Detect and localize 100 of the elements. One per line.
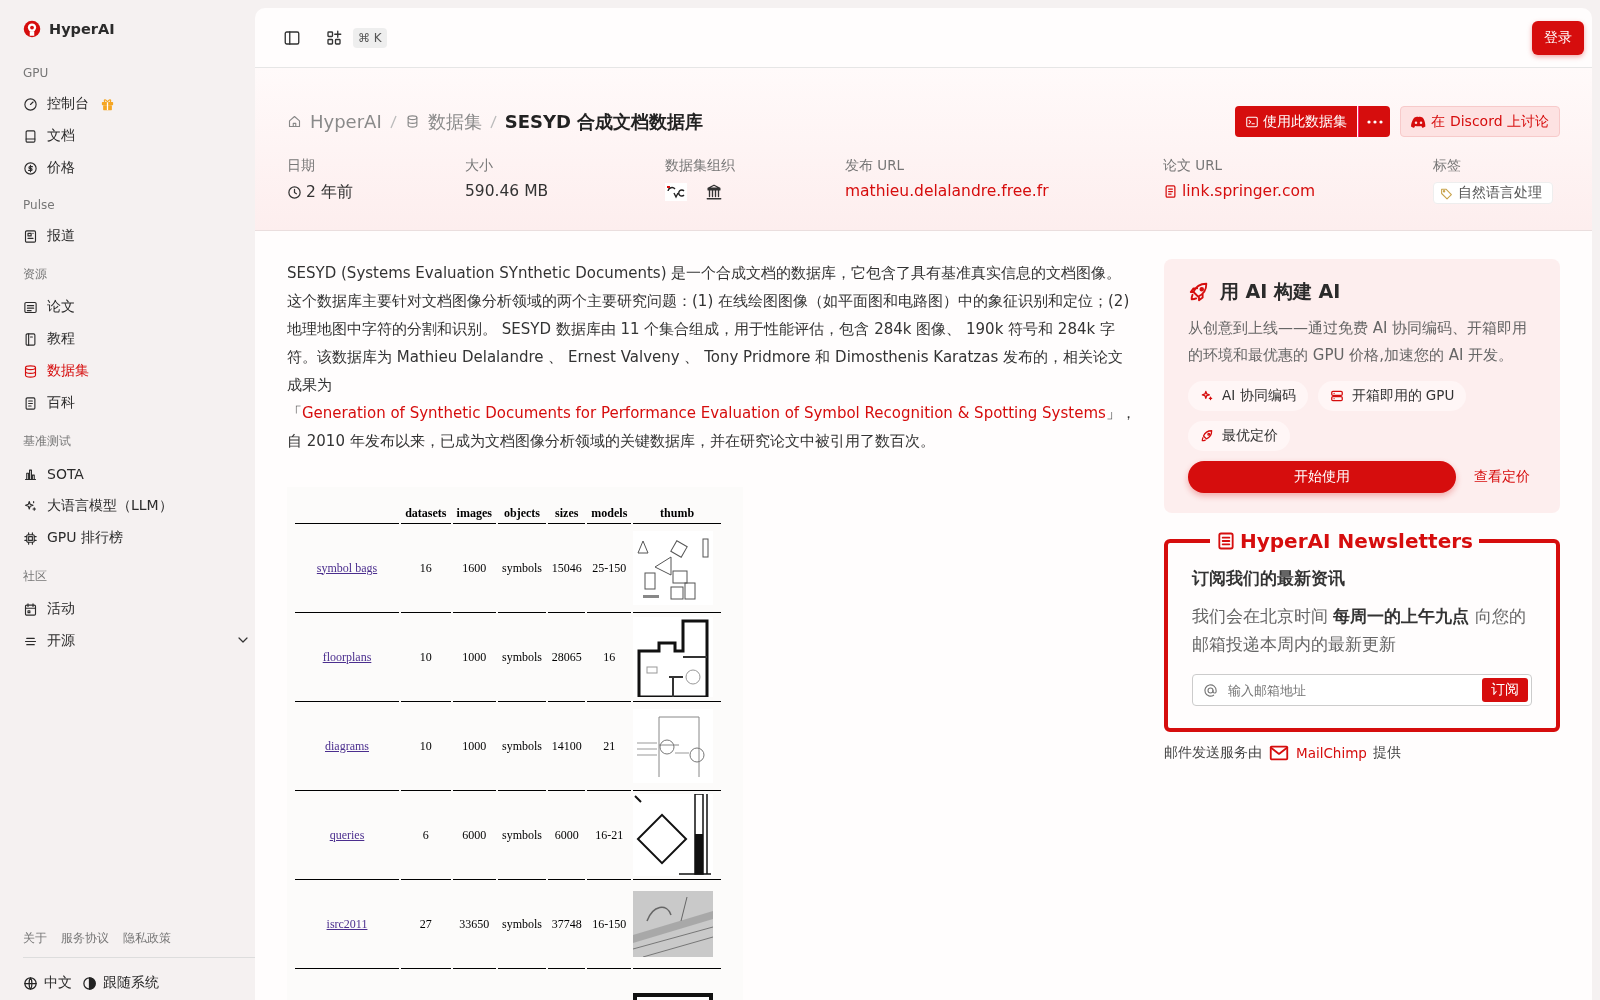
table-cell: 33650: [452, 880, 496, 969]
table-cell: 16: [587, 613, 632, 702]
sidebar-icon: [283, 28, 301, 47]
use-dataset-button[interactable]: 使用此数据集: [1235, 106, 1358, 137]
publish-url-link[interactable]: mathieu.delalandre.free.fr: [845, 182, 1163, 200]
promo-title: 用 AI 构建 AI: [1220, 279, 1341, 304]
table-cell: symbols: [497, 702, 547, 791]
bar-chart-icon: [23, 466, 38, 482]
book-icon: [23, 331, 38, 347]
page-title: SESYD 合成文档数据库: [504, 109, 704, 134]
table-cell: 21: [587, 702, 632, 791]
sidebar-item[interactable]: 论文: [23, 291, 255, 323]
meta-label: 大小: [465, 157, 494, 175]
feature-chip: 开箱即用的 GPU: [1317, 381, 1467, 411]
dataset-description: SESYD (Systems Evaluation SYnthetic Documents) 是一个合成文档的数据库，它包含了具有基准真实信息的文档图像。这个数据库主要针对文档图像分析领域的两个主要研究问题：(1) 在线绘图图像（如平面图和电路图）中的象征识别和定位；(2) 地理地图中字符的分割和识别。 SESYD 数据库由 11 个集合组成，用于性能评估，包含 284k 图像、 190k 符号和 284k 字符。该数据库为 Mathieu Delalandre 、 Ernest Valveny 、 Tony Pridmore 和 Dimosthenis Karatzas 发布的，相关论文成果为「Generation of Synthetic Documents for Performance Evaluation of Symbol Recognition & Spotting Systems」，自 2010 年发布以来，已成为文档图像分析领域的关键数据库，并在研究论文中被引用了数百次。: [287, 263, 1132, 452]
sidebar-item[interactable]: 价格: [23, 152, 255, 184]
language-menu-button[interactable]: 中文: [23, 974, 72, 992]
meta-label: 标签: [1433, 157, 1462, 175]
column-header: datasets: [401, 497, 451, 524]
mailchimp-link[interactable]: MailChimp: [1296, 745, 1367, 761]
table-cell: 15046: [548, 524, 586, 613]
newspaper-icon: [23, 228, 38, 244]
sidebar-item[interactable]: SOTA: [23, 458, 255, 490]
sidebar-item[interactable]: 百科: [23, 387, 255, 419]
pricing-link[interactable]: 查看定价: [1474, 468, 1530, 486]
table-cell: 1000: [452, 613, 496, 702]
sidebar-item[interactable]: 文档: [23, 120, 255, 152]
logo-icon: [23, 20, 41, 38]
login-button[interactable]: 登录: [1532, 20, 1584, 55]
slash-icon: [489, 114, 497, 129]
slash-icon: [389, 114, 397, 129]
building-icon: [705, 183, 723, 201]
footer-link[interactable]: 隐私政策: [123, 930, 171, 947]
home-icon: [287, 114, 302, 129]
chip-icon: [23, 530, 38, 546]
sidebar-item[interactable]: 活动: [23, 593, 255, 625]
at-icon: [1203, 682, 1218, 698]
table-cell: 6000: [548, 791, 586, 880]
column-header: sizes: [548, 497, 586, 524]
paper-url-link[interactable]: link.springer.com: [1163, 182, 1433, 200]
more-icon: [1366, 119, 1383, 124]
brand-name: HyperAI: [49, 21, 115, 37]
database-icon: [404, 114, 420, 129]
table-cell: symbols: [497, 524, 547, 613]
dataset-link[interactable]: diagrams: [325, 738, 369, 753]
table-cell: 10: [401, 613, 451, 702]
list-icon: [23, 299, 38, 315]
org-logo-icon: [665, 183, 687, 201]
sidebar-item[interactable]: 报道: [23, 220, 255, 252]
gamepad-icon: [1411, 115, 1427, 128]
half-circle-icon: [82, 975, 97, 991]
section-title: 资源: [23, 266, 48, 283]
email-field[interactable]: 输入邮箱地址 订阅: [1192, 674, 1532, 706]
clock-icon: [287, 185, 302, 200]
dataset-link[interactable]: symbol bags: [316, 560, 378, 575]
table-cell: symbols: [497, 791, 547, 880]
section-title: Pulse: [23, 198, 56, 212]
section-title: 社区: [23, 568, 48, 585]
newsletter-text: 我们会在北京时间 每周一的上午九点 向您的邮箱投递本周内的最新更新: [1192, 605, 1527, 656]
subscribe-button[interactable]: 订阅: [1482, 678, 1528, 702]
sidebar-item[interactable]: 开源: [23, 625, 255, 657]
dollar-icon: [23, 160, 38, 176]
grid-icon: [325, 28, 343, 47]
sidebar-item[interactable]: 大语言模型（LLM）: [23, 490, 255, 522]
meta-label: 日期: [287, 157, 316, 175]
sidebar-item[interactable]: GPU 排行榜: [23, 522, 255, 554]
table-cell: 1000: [452, 702, 496, 791]
sparkle-icon: [23, 498, 38, 514]
dataset-link[interactable]: floorplans: [322, 649, 372, 664]
dataset-link[interactable]: isrc2011: [326, 916, 368, 931]
table-cell: 28065: [548, 613, 586, 702]
sidebar-item[interactable]: 控制台: [23, 88, 255, 120]
book-icon: [23, 128, 38, 144]
table-cell: 25-150: [587, 524, 632, 613]
dataset-link[interactable]: queries: [329, 827, 365, 842]
paper-link[interactable]: Generation of Synthetic Documents for Performance Evaluation of Symbol Recognition & Spotting Systems: [302, 404, 1106, 422]
gift-icon: [100, 96, 115, 112]
rocket-icon: [1188, 281, 1210, 303]
start-button[interactable]: 开始使用: [1188, 461, 1456, 493]
globe-icon: [23, 975, 38, 991]
column-header: models: [587, 497, 632, 524]
theme-menu-button[interactable]: 跟随系统: [82, 974, 159, 992]
table-cell: 14100: [548, 702, 586, 791]
tag-chip[interactable]: 自然语言处理: [1433, 182, 1553, 204]
credit-text: 提供: [1372, 744, 1401, 762]
document-icon: [23, 395, 38, 411]
credit-text: 邮件发送服务由: [1164, 744, 1262, 762]
newspaper-icon: [1216, 531, 1236, 551]
column-header: objects: [497, 497, 547, 524]
discord-button[interactable]: 在 Discord 上讨论: [1400, 106, 1560, 137]
footer-link[interactable]: 服务协议: [61, 930, 109, 947]
sidebar-item[interactable]: 教程: [23, 323, 255, 355]
gauge-icon: [23, 96, 38, 112]
table-cell: 10: [401, 702, 451, 791]
meta-label: 论文 URL: [1163, 157, 1224, 175]
more-button[interactable]: [1358, 106, 1391, 137]
footer-link[interactable]: 关于: [23, 930, 47, 947]
table-cell: 6000: [452, 791, 496, 880]
sidebar-item[interactable]: 数据集: [23, 355, 255, 387]
date-value: 2 年前: [287, 182, 465, 203]
